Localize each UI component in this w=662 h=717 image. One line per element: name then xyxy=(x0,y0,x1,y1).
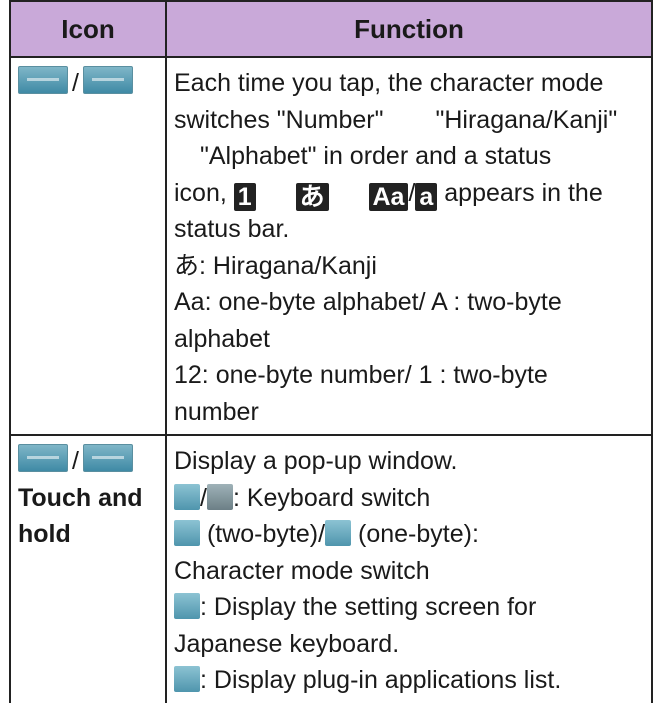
table-row: / Each time you tap, the character mode … xyxy=(9,56,653,436)
table-row: / Touch and hold Display a pop-up window… xyxy=(9,434,653,703)
keyboard-icon xyxy=(174,483,200,510)
status-alphabet-narrow-icon: a xyxy=(415,182,438,211)
description-line: number xyxy=(174,397,259,426)
description-line: Aa: one-byte alphabet/ A : two-byte xyxy=(174,288,562,316)
description-line: "Alphabet" in order and a status xyxy=(200,142,552,170)
function-cell: Display a pop-up window. /: Keyboard swi… xyxy=(165,434,653,703)
settings-icon xyxy=(174,593,200,619)
description-line: (two-byte)/ (one-byte): xyxy=(174,516,644,553)
description-line: : Display the setting screen for xyxy=(174,589,644,626)
description-line: 12: one-byte number/ 1 : two-byte xyxy=(174,361,548,389)
description-line: switches "Number" "Hiragana/Kanji" xyxy=(174,105,618,134)
keyboard-icon xyxy=(206,483,233,510)
one-byte-icon xyxy=(325,520,352,546)
function-table: Icon Function / Each time you tap, the c… xyxy=(9,0,653,703)
description-line: alphabet xyxy=(174,324,270,353)
header-icon: Icon xyxy=(9,0,167,58)
status-hiragana-icon: あ xyxy=(295,182,329,211)
description-line: Display a pop-up window. xyxy=(174,447,458,475)
character-mode-icon xyxy=(82,66,133,94)
character-mode-icon xyxy=(18,444,68,472)
character-mode-icon xyxy=(18,66,68,94)
touch-and-hold-label: Touch and xyxy=(18,483,143,512)
description-line: /: Keyboard switch xyxy=(174,480,644,517)
icon-separator: / xyxy=(72,447,79,475)
status-alphabet-wide-icon: Aa xyxy=(368,182,409,211)
status-number-icon: 1 xyxy=(233,182,256,211)
icon-separator: / xyxy=(72,69,79,97)
two-byte-icon xyxy=(174,520,200,546)
icon-cell: / Touch and hold xyxy=(9,434,167,703)
plug-in-icon xyxy=(174,666,200,692)
description-line: status bar. xyxy=(174,215,290,243)
description-line: icon, 1 あ Aa / a appears in the xyxy=(174,178,603,211)
table-header-row: Icon Function xyxy=(9,0,653,58)
description-line: : Display plug-in applications list. xyxy=(174,662,644,699)
description-line: Each time you tap, the character mode xyxy=(174,69,604,97)
character-mode-icon xyxy=(82,444,133,472)
function-cell: Each time you tap, the character mode sw… xyxy=(165,56,653,436)
description-line: あ: Hiragana/Kanji xyxy=(174,250,377,280)
icon-cell: / xyxy=(9,56,167,436)
header-function: Function xyxy=(165,0,653,58)
description-line: Character mode switch xyxy=(174,556,430,585)
description-line: Japanese keyboard. xyxy=(174,629,400,658)
touch-and-hold-label: hold xyxy=(18,520,71,548)
